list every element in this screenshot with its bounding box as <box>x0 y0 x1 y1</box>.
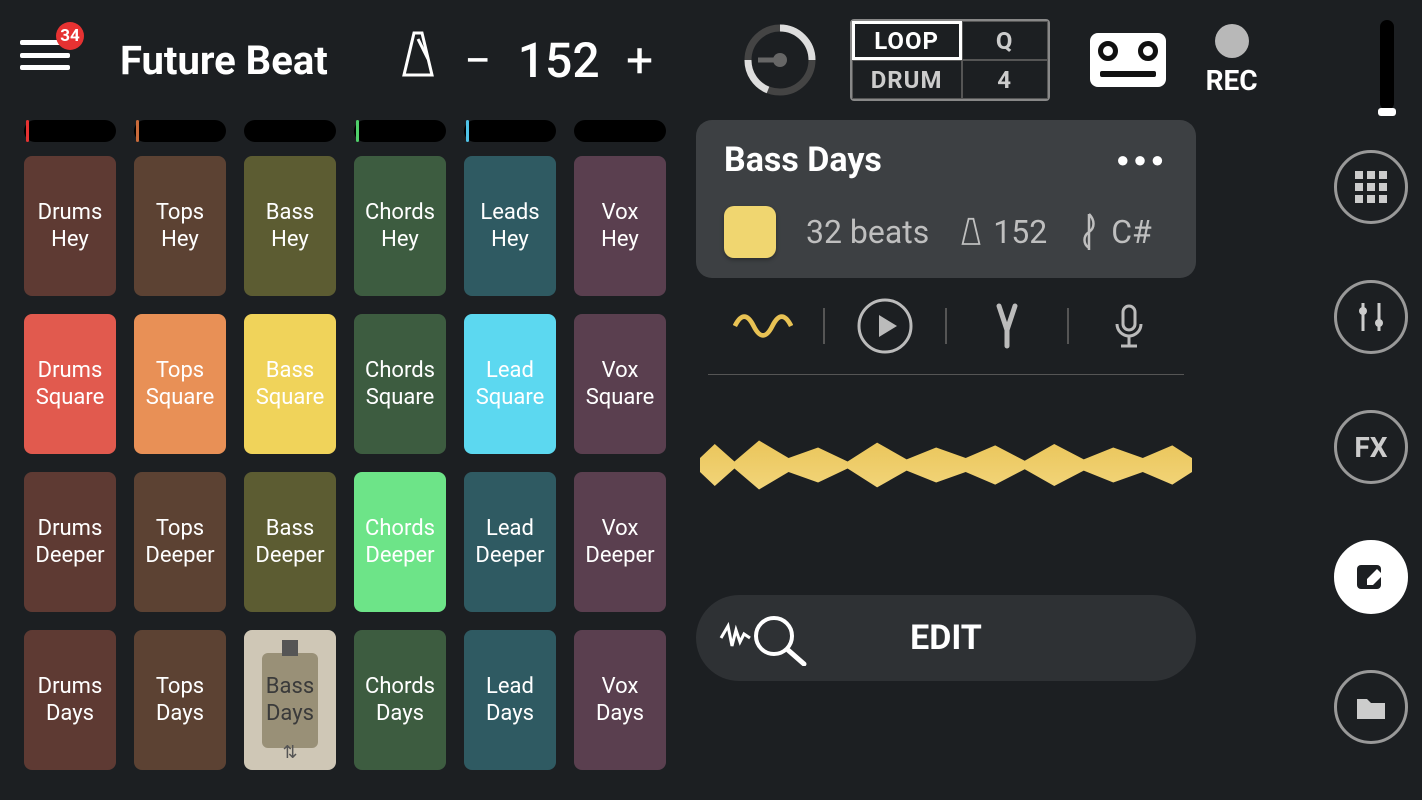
pad-leads-hey[interactable]: LeadsHey <box>464 156 556 296</box>
tuning-fork-button[interactable] <box>977 296 1037 356</box>
fx-view-button[interactable]: FX <box>1334 410 1408 484</box>
play-button[interactable] <box>855 296 915 356</box>
column-meter <box>244 120 336 142</box>
clip-color-swatch[interactable] <box>724 206 776 258</box>
waveform-tool-button[interactable] <box>733 296 793 356</box>
pad-drums-hey[interactable]: DrumsHey <box>24 156 116 296</box>
files-view-button[interactable] <box>1334 670 1408 744</box>
clip-detail-header: Bass Days ●●● 32 beats 152 C# <box>696 120 1196 278</box>
master-volume-meter[interactable] <box>1380 20 1394 110</box>
pad-tops-deeper[interactable]: TopsDeeper <box>134 472 226 612</box>
quantize-label[interactable]: Q <box>962 21 1048 60</box>
record-indicator-icon <box>1215 24 1249 58</box>
column-meter <box>354 120 446 142</box>
pad-lead-square[interactable]: LeadSquare <box>464 314 556 454</box>
notification-badge: 34 <box>56 22 84 50</box>
pad-vox-hey[interactable]: VoxHey <box>574 156 666 296</box>
recorder-icon[interactable] <box>1090 33 1166 87</box>
pad-vox-days[interactable]: VoxDays <box>574 630 666 770</box>
pad-lead-deeper[interactable]: LeadDeeper <box>464 472 556 612</box>
record-label: REC <box>1206 64 1258 97</box>
pad-chords-deeper[interactable]: ChordsDeeper <box>354 472 446 612</box>
pad-tops-hey[interactable]: TopsHey <box>134 156 226 296</box>
waveform-zoom-icon <box>716 610 816 666</box>
edit-label: EDIT <box>816 618 1076 658</box>
pad-chords-hey[interactable]: ChordsHey <box>354 156 446 296</box>
pad-bass-hey[interactable]: BassHey <box>244 156 336 296</box>
loop-quantize-panel[interactable]: LOOP Q DRUM 4 <box>850 19 1050 101</box>
tempo-value[interactable]: 152 <box>518 32 600 89</box>
tempo-increase-button[interactable]: + <box>620 32 660 89</box>
pad-bass-deeper[interactable]: BassDeeper <box>244 472 336 612</box>
pad-bass-square[interactable]: BassSquare <box>244 314 336 454</box>
edit-button[interactable]: EDIT <box>696 595 1196 681</box>
pad-tops-days[interactable]: TopsDays <box>134 630 226 770</box>
edit-view-button[interactable] <box>1334 540 1408 614</box>
clip-title: Bass Days <box>724 140 882 180</box>
quantize-value[interactable]: 4 <box>962 60 1048 99</box>
clip-more-button[interactable]: ●●● <box>1116 147 1168 173</box>
pad-bass-days[interactable]: BassDays⇅ <box>244 630 336 770</box>
column-meter <box>574 120 666 142</box>
pad-chords-square[interactable]: ChordsSquare <box>354 314 446 454</box>
drum-mode-button[interactable]: DRUM <box>852 60 962 99</box>
mixer-view-button[interactable] <box>1334 280 1408 354</box>
sync-icon: ⇅ <box>282 742 297 765</box>
pad-drums-days[interactable]: DrumsDays <box>24 630 116 770</box>
record-button[interactable]: REC <box>1206 24 1258 97</box>
column-meter <box>134 120 226 142</box>
metronome-icon[interactable] <box>398 31 438 90</box>
menu-button[interactable]: 34 <box>20 40 70 80</box>
clip-tempo: 152 <box>959 213 1047 251</box>
waveform-display[interactable] <box>700 430 1192 500</box>
beat-clock-icon[interactable] <box>740 20 820 100</box>
column-meter <box>464 120 556 142</box>
clip-beats: 32 beats <box>806 213 929 251</box>
pad-lead-days[interactable]: LeadDays <box>464 630 556 770</box>
pad-vox-square[interactable]: VoxSquare <box>574 314 666 454</box>
project-title: Future Beat <box>120 37 328 84</box>
pad-vox-deeper[interactable]: VoxDeeper <box>574 472 666 612</box>
stop-icon <box>282 640 298 656</box>
pad-chords-days[interactable]: ChordsDays <box>354 630 446 770</box>
column-meter <box>24 120 116 142</box>
pad-drums-square[interactable]: DrumsSquare <box>24 314 116 454</box>
pad-tops-square[interactable]: TopsSquare <box>134 314 226 454</box>
tempo-decrease-button[interactable]: − <box>458 32 498 89</box>
microphone-button[interactable] <box>1099 296 1159 356</box>
pads-view-button[interactable] <box>1334 150 1408 224</box>
clip-key: C# <box>1077 212 1152 252</box>
pad-drums-deeper[interactable]: DrumsDeeper <box>24 472 116 612</box>
loop-mode-button[interactable]: LOOP <box>852 21 962 60</box>
